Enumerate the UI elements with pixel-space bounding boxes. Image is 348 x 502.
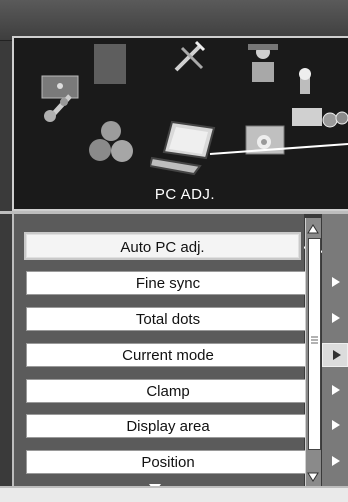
submenu-arrow-position[interactable]: [322, 450, 348, 474]
menu-item-total-dots[interactable]: Total dots: [26, 307, 310, 331]
submenu-arrow-clamp[interactable]: [322, 379, 348, 403]
submenu-arrow-current-mode[interactable]: [322, 343, 348, 367]
scrollbar[interactable]: [305, 218, 321, 486]
arrow-right-icon: [332, 420, 340, 430]
menu-item-clamp[interactable]: Clamp: [26, 379, 310, 403]
scroll-thumb[interactable]: [308, 238, 321, 450]
menu-item-auto-pc-adj[interactable]: Auto PC adj.: [24, 232, 301, 260]
submenu-arrow-total-dots[interactable]: [322, 307, 348, 331]
scroll-up-icon[interactable]: [307, 222, 319, 234]
projector-menu-frame: PC ADJ. Auto PC adj. Fine sync Total dot…: [0, 0, 348, 502]
arrow-right-icon: [332, 385, 340, 395]
arrow-right-icon: [333, 350, 341, 360]
arrow-right-icon: [332, 277, 340, 287]
submenu-arrow-display-area[interactable]: [322, 414, 348, 438]
menu-item-position[interactable]: Position: [26, 450, 310, 474]
grip-icon: [311, 336, 318, 344]
arrow-right-icon: [332, 313, 340, 323]
menu-item-current-mode[interactable]: Current mode: [26, 343, 310, 367]
scroll-down-icon[interactable]: [307, 470, 319, 482]
arrow-right-icon: [332, 456, 340, 466]
menu-list: Auto PC adj. Fine sync Total dots Curren…: [12, 214, 310, 486]
submenu-arrow-fine-sync[interactable]: [322, 271, 348, 295]
menu-item-fine-sync[interactable]: Fine sync: [26, 271, 310, 295]
submenu-arrow-column: [322, 214, 348, 486]
menu-item-display-area[interactable]: Display area: [26, 414, 310, 438]
